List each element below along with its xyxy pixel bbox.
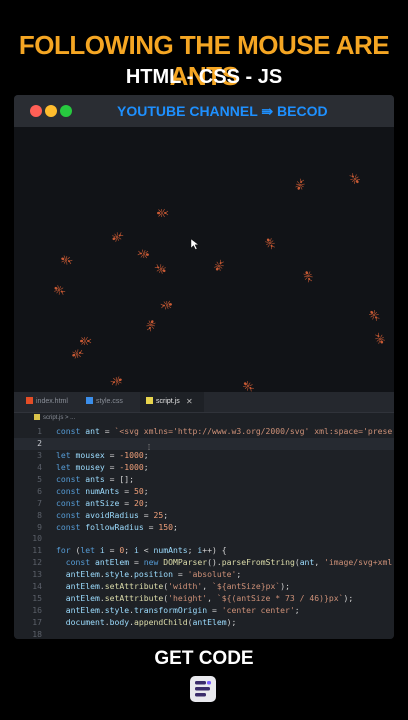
line-number: 12	[32, 557, 42, 568]
line-number: 14	[32, 581, 42, 592]
css-file-icon	[86, 397, 93, 404]
code-text: antElem.style.transformOrigin = 'center …	[56, 605, 300, 616]
arrow-icon: ⇛	[261, 103, 274, 119]
line-number: 9	[37, 521, 42, 532]
text-cursor-icon	[148, 444, 150, 450]
code-line[interactable]: 17 document.body.appendChild(antElem);	[14, 617, 394, 629]
line-number: 3	[37, 449, 42, 460]
code-editor: index.html style.css script.js ✕ script.…	[14, 392, 394, 639]
tab-label: index.html	[36, 398, 68, 405]
line-number: 7	[37, 497, 42, 508]
editor-window: YOUTUBE CHANNEL ⇛ BECOD index.html style…	[14, 95, 394, 639]
line-number: 13	[32, 569, 42, 580]
code-line[interactable]: 9 const followRadius = 150;	[14, 522, 394, 534]
maximize-window-dot[interactable]	[60, 105, 72, 117]
code-line[interactable]: 18	[14, 629, 394, 639]
line-number: 18	[32, 628, 42, 639]
code-area[interactable]: 1 const ant = `<svg xmlns='http://www.w3.…	[14, 426, 394, 639]
code-text: antElem.style.position = 'absolute';	[56, 569, 242, 580]
breadcrumb: script.js > ...	[34, 413, 75, 424]
code-line[interactable]: 15 antElem.setAttribute('height', `${(an…	[14, 593, 394, 605]
code-line[interactable]: 3 let mousex = -1000;	[14, 450, 394, 462]
code-line[interactable]: 5 const ants = [];	[14, 474, 394, 486]
code-text: const followRadius = 150;	[56, 521, 178, 532]
line-number: 8	[37, 509, 42, 520]
line-number: 17	[32, 617, 42, 627]
code-line[interactable]: 12 const antElem = new DOMParser().parse…	[14, 557, 394, 569]
code-text: antElem.setAttribute('height', `${(antSi…	[56, 593, 354, 604]
channel-label: YOUTUBE CHANNEL ⇛ BECOD	[117, 103, 328, 120]
code-text: const ant = `<svg xmlns='http://www.w3.o…	[56, 426, 393, 436]
line-number: 5	[37, 473, 42, 484]
tab-label: style.css	[96, 398, 123, 405]
breadcrumb-text: script.js > ...	[43, 415, 76, 421]
code-line[interactable]: 2	[14, 437, 394, 450]
code-text: let mousey = -1000;	[56, 461, 149, 472]
mouse-pointer-icon	[190, 238, 200, 250]
window-titlebar: YOUTUBE CHANNEL ⇛ BECOD	[14, 95, 394, 127]
get-code-label: GET CODE	[154, 648, 254, 669]
code-text: for (let i = 0; i < numAnts; i++) {	[56, 545, 227, 556]
line-number: 4	[37, 461, 42, 472]
channel-prefix: YOUTUBE CHANNEL	[117, 103, 258, 119]
close-window-dot[interactable]	[30, 105, 42, 117]
code-line[interactable]: 8 const avoidRadius = 25;	[14, 510, 394, 522]
editor-tabs: index.html style.css script.js ✕	[14, 392, 394, 413]
code-line[interactable]: 10	[14, 533, 394, 545]
line-number: 2	[37, 437, 42, 448]
line-number: 1	[37, 426, 42, 436]
minimize-window-dot[interactable]	[45, 105, 57, 117]
code-text: const ants = [];	[56, 473, 134, 484]
code-text: const antElem = new DOMParser().parseFro…	[56, 557, 393, 568]
preview-canvas[interactable]	[14, 127, 394, 392]
becod-logo	[190, 676, 216, 702]
headline-subtitle: HTML - CSS - JS	[125, 66, 283, 88]
code-text: let mousex = -1000;	[56, 449, 149, 460]
code-text: const numAnts = 50;	[56, 485, 149, 496]
mouse-pointer-layer	[190, 238, 200, 250]
tab-label: script.js	[156, 398, 180, 405]
code-text: const antSize = 20;	[56, 497, 149, 508]
code-line[interactable]: 13 antElem.style.position = 'absolute';	[14, 569, 394, 581]
code-text: antElem.setAttribute('width', `${antSize…	[56, 581, 290, 592]
code-line[interactable]: 16 antElem.style.transformOrigin = 'cent…	[14, 605, 394, 617]
code-line[interactable]: 6 const numAnts = 50;	[14, 486, 394, 498]
line-number: 10	[32, 533, 42, 544]
close-tab-icon[interactable]: ✕	[186, 392, 193, 412]
tab-style-css[interactable]: style.css	[80, 392, 144, 412]
code-line[interactable]: 14 antElem.setAttribute('width', `${antS…	[14, 581, 394, 593]
js-file-icon	[146, 397, 153, 404]
line-number: 15	[32, 593, 42, 604]
channel-name: BECOD	[277, 103, 328, 119]
code-line[interactable]: 4 let mousey = -1000;	[14, 462, 394, 474]
code-text: const avoidRadius = 25;	[56, 509, 169, 520]
code-line[interactable]: 11 for (let i = 0; i < numAnts; i++) {	[14, 545, 394, 557]
tab-script-js[interactable]: script.js	[140, 392, 204, 412]
code-line[interactable]: 7 const antSize = 20;	[14, 498, 394, 510]
js-file-icon	[34, 414, 40, 420]
line-number: 6	[37, 485, 42, 496]
html-file-icon	[26, 397, 33, 404]
code-line[interactable]: 1 const ant = `<svg xmlns='http://www.w3.…	[14, 426, 394, 438]
code-text: document.body.appendChild(antElem);	[56, 617, 237, 627]
line-number: 16	[32, 605, 42, 616]
line-number: 11	[32, 545, 42, 556]
